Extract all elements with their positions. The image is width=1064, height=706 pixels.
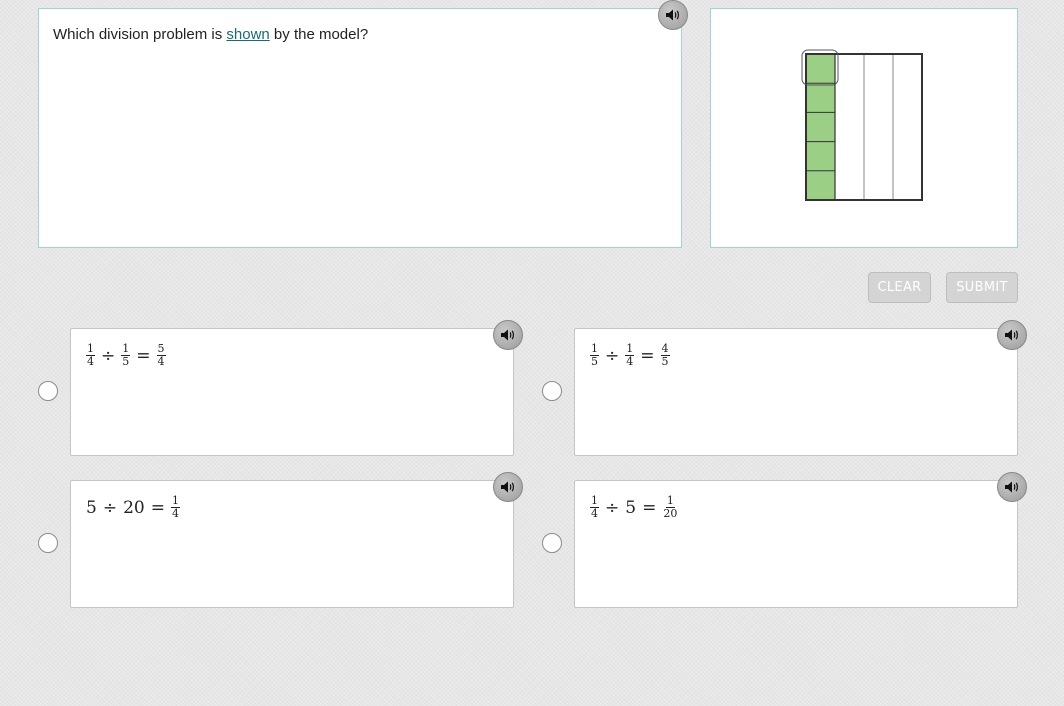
choice-a-equation: 14 ÷ 15 = 54 (86, 343, 166, 368)
area-model (801, 49, 923, 201)
choice-c-equation: 5 ÷ 20 = 14 (86, 495, 180, 520)
shaded-column (806, 54, 835, 200)
operator: ÷ (102, 497, 118, 518)
choice-c-audio-button[interactable] (493, 472, 523, 502)
speaker-icon (501, 329, 514, 341)
fraction: 14 (590, 494, 599, 520)
question-prefix: Which division problem is (53, 26, 227, 43)
choice-a-audio-button[interactable] (493, 320, 523, 350)
choice-b[interactable]: 15 ÷ 14 = 45 (574, 320, 1027, 456)
glossary-link-shown[interactable]: shown (226, 26, 269, 43)
choice-b-radio[interactable] (542, 381, 562, 401)
speaker-icon (1005, 481, 1018, 493)
submit-button[interactable]: SUBMIT (946, 272, 1018, 303)
question-panel: Which division problem is shown by the m… (38, 8, 682, 248)
choice-a-radio[interactable] (38, 381, 58, 401)
choice-d[interactable]: 14 ÷ 5 = 1 20 (574, 472, 1027, 608)
fraction: 1 20 (663, 494, 678, 520)
equals-sign: = (640, 345, 655, 366)
fraction: 14 (86, 342, 95, 368)
fraction: 14 (625, 342, 635, 368)
choice-b-equation: 15 ÷ 14 = 45 (590, 343, 670, 368)
operator: ÷ (101, 345, 116, 366)
choice-d-audio-button[interactable] (997, 472, 1027, 502)
speaker-icon (501, 481, 514, 493)
choice-c-radio[interactable] (38, 533, 58, 553)
question-text: Which division problem is shown by the m… (53, 26, 368, 43)
whole-number: 20 (123, 497, 145, 518)
fraction: 15 (121, 342, 131, 368)
fraction: 54 (156, 342, 166, 368)
speaker-icon (666, 9, 679, 21)
equals-sign: = (150, 497, 165, 518)
operator: ÷ (605, 345, 620, 366)
speaker-icon (1005, 329, 1018, 341)
choice-d-radio[interactable] (542, 533, 562, 553)
clear-button[interactable]: CLEAR (868, 272, 931, 303)
choice-c[interactable]: 5 ÷ 20 = 14 (70, 472, 523, 608)
model-panel (710, 8, 1018, 248)
fraction: 15 (590, 342, 599, 368)
whole-number: 5 (625, 497, 637, 518)
whole-number: 5 (86, 497, 97, 518)
choice-a[interactable]: 14 ÷ 15 = 54 (70, 320, 523, 456)
question-suffix: by the model? (269, 26, 369, 43)
fraction: 14 (170, 494, 180, 520)
operator: ÷ (605, 497, 620, 518)
fraction: 45 (660, 342, 670, 368)
choice-b-audio-button[interactable] (997, 320, 1027, 350)
equals-sign: = (136, 345, 151, 366)
equals-sign: = (642, 497, 657, 518)
question-audio-button[interactable] (658, 0, 688, 30)
choice-d-equation: 14 ÷ 5 = 1 20 (590, 495, 678, 520)
